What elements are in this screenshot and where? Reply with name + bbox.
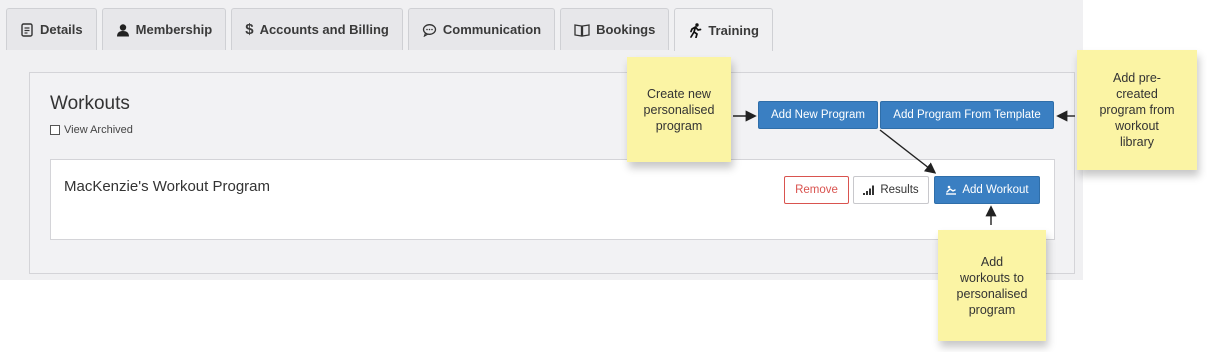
add-workout-label: Add Workout: [962, 184, 1029, 196]
workout-icon: [946, 185, 957, 195]
view-archived-toggle[interactable]: View Archived: [50, 124, 133, 136]
user-icon: [116, 23, 129, 36]
tab-accounts-and-billing[interactable]: $ Accounts and Billing: [231, 8, 403, 50]
note-add-workouts-text: Add workouts to personalised program: [956, 254, 1028, 317]
view-archived-label: View Archived: [64, 124, 133, 136]
book-icon: [574, 23, 590, 37]
tab-label: Bookings: [596, 22, 656, 37]
program-name: MacKenzie's Workout Program: [64, 178, 270, 195]
tab-communication[interactable]: Communication: [407, 8, 556, 50]
add-workout-button[interactable]: Add Workout: [934, 176, 1040, 204]
document-icon: [21, 22, 33, 37]
sticky-note-add-workouts: Add workouts to personalised program: [938, 230, 1046, 341]
tab-details[interactable]: Details: [6, 8, 97, 50]
running-man-icon: [690, 22, 702, 38]
tab-label: Training: [708, 22, 759, 38]
view-archived-checkbox[interactable]: [50, 125, 60, 135]
tab-membership[interactable]: Membership: [101, 8, 227, 50]
dollar-icon: $: [245, 21, 254, 38]
note-create-new-text: Create new personalised program: [643, 86, 715, 133]
tab-label: Details: [40, 22, 83, 37]
sticky-note-create-new: Create new personalised program: [627, 57, 731, 162]
note-add-precreated-text: Add pre- created program from workout li…: [1099, 71, 1175, 149]
tab-bookings[interactable]: Bookings: [560, 8, 670, 50]
results-label: Results: [880, 184, 919, 196]
page-title: Workouts: [50, 93, 130, 114]
speech-bubble-icon: [422, 23, 437, 37]
remove-button[interactable]: Remove: [784, 176, 849, 204]
add-program-from-template-button[interactable]: Add Program From Template: [880, 101, 1054, 129]
tab-training[interactable]: Training: [674, 8, 773, 51]
signal-bars-icon: [863, 185, 875, 195]
tab-bar: Details Membership $ Accounts and Billin…: [6, 8, 773, 51]
results-button[interactable]: Results: [853, 176, 929, 204]
sticky-note-add-precreated: Add pre- created program from workout li…: [1077, 50, 1197, 170]
tab-label: Membership: [135, 22, 213, 37]
add-new-program-button[interactable]: Add New Program: [758, 101, 878, 129]
tab-label: Communication: [442, 22, 542, 37]
tab-label: Accounts and Billing: [259, 22, 389, 37]
